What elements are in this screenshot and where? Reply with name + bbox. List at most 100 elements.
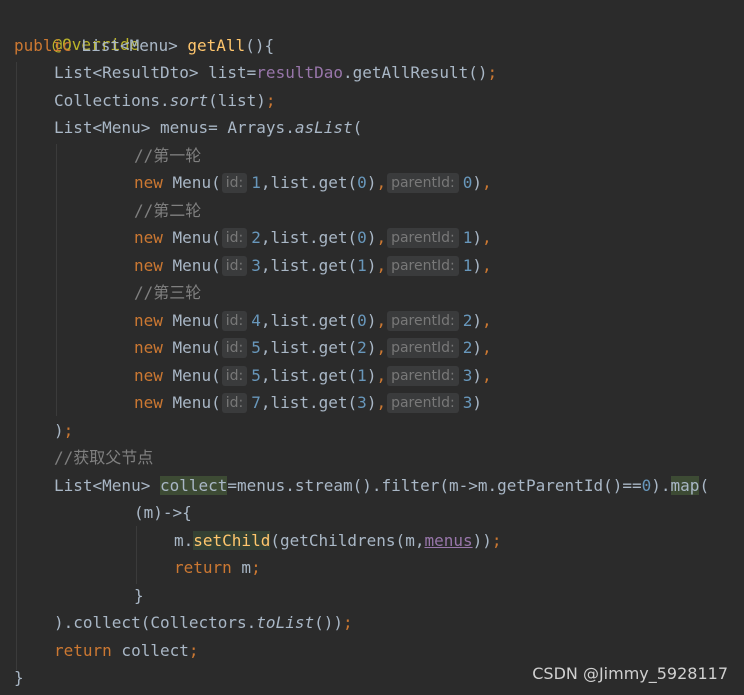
list-get: ,list.get( — [260, 393, 358, 412]
code-line-11[interactable]: //第三轮 — [134, 279, 201, 306]
get-index: 1 — [357, 256, 367, 275]
open-paren: ( — [699, 476, 710, 495]
list-get: ,list.get( — [260, 366, 358, 385]
get-index: 2 — [357, 338, 367, 357]
menu-ctor: Menu( — [162, 366, 221, 385]
stream-dot: ). — [651, 476, 671, 495]
get-index: 1 — [357, 366, 367, 385]
parent-id: 1 — [462, 256, 473, 275]
code-line-19[interactable]: (m)->{ — [134, 499, 192, 526]
close-paren: ) — [472, 338, 482, 357]
open-paren: ( — [352, 118, 363, 137]
list-get: ,list.get( — [260, 338, 358, 357]
code-editor[interactable]: @Override public List<Menu> getAll(){ Li… — [0, 0, 744, 695]
parent-id: 3 — [462, 366, 473, 385]
param-hint-parent: parentId: — [387, 256, 459, 276]
menus-ref: menus — [424, 531, 473, 550]
code-line-25[interactable]: } — [14, 664, 24, 691]
code-line-1[interactable]: @Override — [14, 4, 140, 54]
menu-ctor: Menu( — [162, 311, 221, 330]
param-hint-id: id: — [221, 173, 248, 193]
param-hint-id: id: — [221, 256, 248, 276]
method-params: (){ — [245, 36, 275, 55]
code-line-21[interactable]: return m; — [174, 554, 261, 581]
close-paren: ) — [366, 338, 377, 357]
close-paren: ) — [472, 311, 482, 330]
comment-round-2: //第二轮 — [134, 201, 202, 220]
semicolon: ; — [63, 421, 74, 440]
code-line-16[interactable]: ); — [54, 417, 73, 444]
close-paren: ) — [366, 311, 377, 330]
parent-id: 2 — [462, 338, 473, 357]
code-line-14[interactable]: new Menu(id: 5,list.get(1), parentId: 3), — [134, 362, 492, 389]
code-line-13[interactable]: new Menu(id: 5,list.get(2), parentId: 2), — [134, 334, 492, 361]
close-paren: ) — [366, 256, 377, 275]
return-keyword: return — [174, 558, 232, 577]
menu-id: 5 — [251, 366, 261, 385]
close-paren: ) — [472, 393, 482, 412]
filter-zero: 0 — [641, 476, 652, 495]
indent-guide — [56, 144, 57, 416]
menu-ctor: Menu( — [162, 338, 221, 357]
parent-id: 1 — [462, 228, 473, 247]
semicolon: ; — [265, 91, 276, 110]
code-line-10[interactable]: new Menu(id: 3,list.get(1), parentId: 1), — [134, 252, 492, 279]
code-line-23[interactable]: ).collect(Collectors.toList()); — [54, 609, 353, 636]
semicolon: ; — [251, 558, 261, 577]
method-name: getAll — [187, 36, 246, 55]
new-keyword: new — [134, 311, 163, 330]
result-dao-field: resultDao — [256, 63, 343, 82]
final-brace: } — [14, 668, 24, 687]
code-line-24[interactable]: return collect; — [54, 637, 199, 664]
aslist-method: asList — [294, 118, 353, 137]
param-hint-parent: parentId: — [387, 338, 459, 358]
indent-guide — [16, 62, 17, 670]
comment-round-3: //第三轮 — [134, 283, 202, 302]
close-paren: ) — [472, 256, 482, 275]
code-line-15[interactable]: new Menu(id: 7,list.get(3), parentId: 3) — [134, 389, 482, 416]
menu-id: 7 — [251, 393, 261, 412]
menu-id: 1 — [251, 173, 261, 192]
code-line-3[interactable]: List<ResultDto> list=resultDao.getAllRes… — [54, 59, 497, 86]
code-line-12[interactable]: new Menu(id: 4,list.get(0), parentId: 2), — [134, 307, 492, 334]
param-hint-id: id: — [221, 228, 248, 248]
code-line-8[interactable]: //第二轮 — [134, 197, 201, 224]
code-line-9[interactable]: new Menu(id: 2,list.get(0), parentId: 1), — [134, 224, 492, 251]
new-keyword: new — [134, 256, 163, 275]
stream-decl-type: List<Menu> — [54, 476, 160, 495]
param-hint-id: id: — [221, 366, 248, 386]
code-line-7[interactable]: new Menu(id: 1,list.get(0), parentId: 0), — [134, 169, 492, 196]
get-all-result-call: .getAllResult() — [343, 63, 488, 82]
return-m: m — [231, 558, 252, 577]
code-line-20[interactable]: m.setChild(getChildrens(m,menus)); — [174, 527, 502, 554]
get-index: 0 — [357, 311, 367, 330]
tolist-method: toList — [256, 613, 315, 632]
new-keyword: new — [134, 393, 163, 412]
indent-guide — [136, 526, 137, 584]
map-method: map — [670, 476, 700, 495]
param-hint-parent: parentId: — [387, 366, 459, 386]
collect-call: ).collect(Collectors. — [54, 613, 257, 632]
get-index: 0 — [357, 228, 367, 247]
sort-method: sort — [169, 91, 209, 110]
code-line-17[interactable]: //获取父节点 — [54, 444, 153, 471]
close-paren: ) — [54, 421, 64, 440]
list-get: ,list.get( — [260, 173, 358, 192]
get-index: 3 — [357, 393, 367, 412]
param-hint-parent: parentId: — [387, 173, 459, 193]
menu-ctor: Menu( — [162, 228, 221, 247]
close-paren: ) — [472, 366, 482, 385]
code-line-5[interactable]: List<Menu> menus= Arrays.asList( — [54, 114, 362, 141]
code-line-18[interactable]: List<Menu> collect=menus.stream().filter… — [54, 472, 709, 499]
code-line-6[interactable]: //第一轮 — [134, 142, 201, 169]
code-line-4[interactable]: Collections.sort(list); — [54, 87, 276, 114]
code-line-22[interactable]: } — [134, 582, 144, 609]
sort-args: (list) — [208, 91, 266, 110]
get-index: 0 — [357, 173, 367, 192]
code-line-2[interactable]: public List<Menu> getAll(){ — [14, 32, 274, 59]
param-hint-parent: parentId: — [387, 311, 459, 331]
collections-ref: Collections. — [54, 91, 170, 110]
menu-id: 4 — [251, 311, 261, 330]
list-decl: List<ResultDto> list= — [54, 63, 257, 82]
menu-ctor: Menu( — [162, 256, 221, 275]
